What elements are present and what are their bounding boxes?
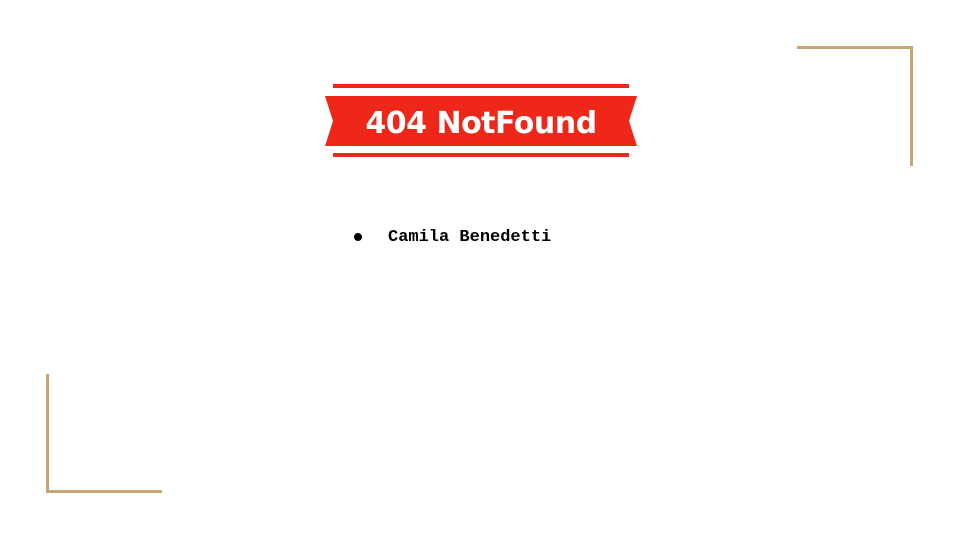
logo-text: 404 NotFound (365, 106, 596, 141)
logo-top-stripe (333, 84, 629, 88)
team-logo: 404 NotFound (322, 83, 640, 161)
member-list: Camila Benedetti (350, 224, 551, 250)
slide: 404 NotFound Camila Benedetti (0, 0, 960, 540)
logo-bottom-stripe (333, 153, 629, 157)
list-item: Camila Benedetti (350, 224, 551, 250)
bullet-icon (354, 233, 362, 241)
member-name: Camila Benedetti (388, 227, 552, 247)
corner-decoration-top-right (797, 46, 913, 166)
corner-decoration-bottom-left (46, 374, 162, 493)
